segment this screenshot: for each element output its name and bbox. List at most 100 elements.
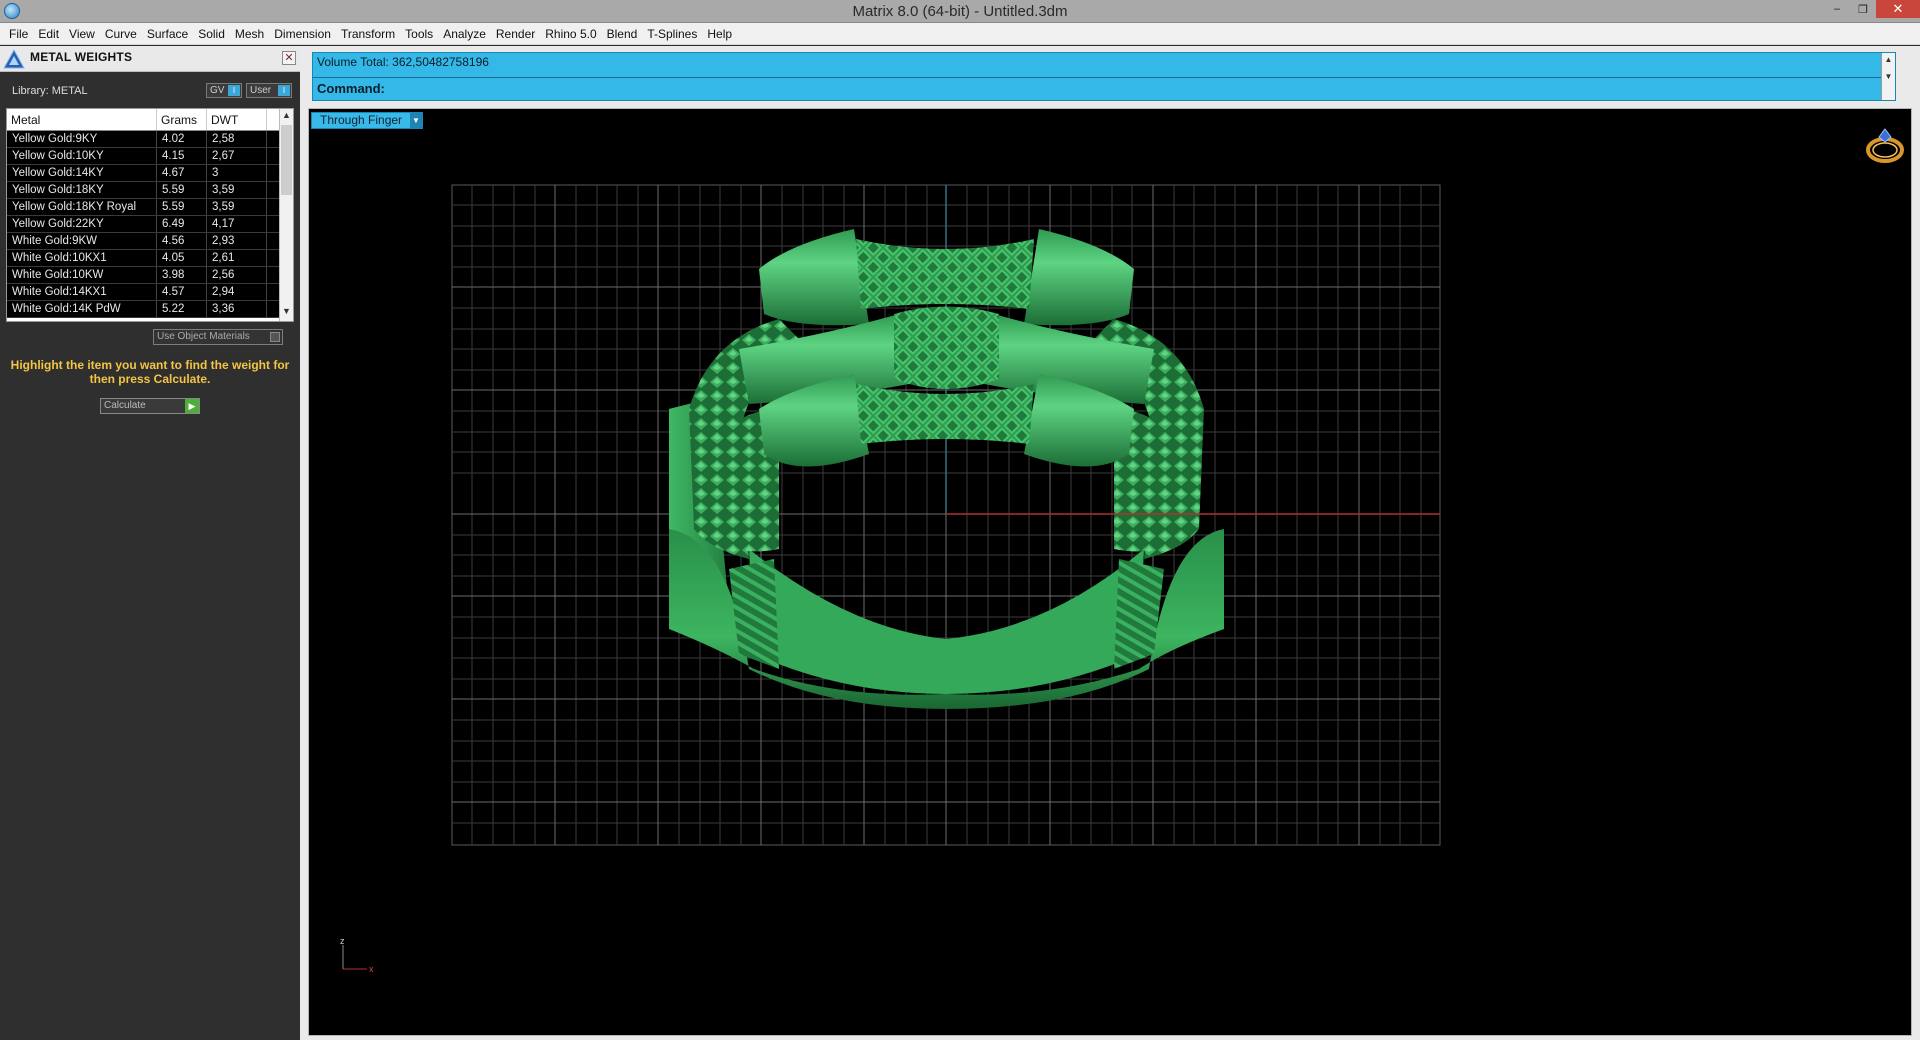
cell-grams: 4.67	[157, 165, 207, 181]
menu-mesh[interactable]: Mesh	[230, 27, 269, 41]
cell-dwt: 3	[207, 165, 267, 181]
table-row[interactable]: Yellow Gold:9KY 4.02 2,58	[7, 131, 293, 148]
panel-close-button[interactable]: ✕	[282, 51, 296, 65]
column-header-dwt[interactable]: DWT	[207, 109, 267, 130]
cell-dwt: 2,58	[207, 131, 267, 147]
play-arrow-icon: ▶	[185, 399, 199, 413]
menu-edit[interactable]: Edit	[33, 27, 64, 41]
command-prompt[interactable]: Command:	[317, 81, 385, 96]
menu-transform[interactable]: Transform	[336, 27, 400, 41]
cell-metal: White Gold:14KX1	[7, 284, 157, 300]
use-object-materials-label: Use Object Materials	[157, 331, 250, 342]
minimize-button[interactable]: –	[1824, 0, 1850, 18]
gv-toggle[interactable]: GV I	[206, 83, 242, 98]
window-title: Matrix 8.0 (64-bit) - Untitled.3dm	[852, 3, 1068, 20]
menu-render[interactable]: Render	[491, 27, 540, 41]
3d-viewport[interactable]: Through Finger ▼ z x	[308, 108, 1912, 1036]
menu-rhino[interactable]: Rhino 5.0	[540, 27, 601, 41]
scroll-down-icon[interactable]: ▼	[280, 306, 293, 320]
table-row[interactable]: White Gold:14K PdW 5.22 3,36	[7, 301, 293, 318]
cell-metal: Yellow Gold:14KY	[7, 165, 157, 181]
view-dropdown-label: Through Finger	[320, 113, 403, 127]
cmd-scroll-down-icon[interactable]: ▼	[1882, 72, 1895, 81]
menu-surface[interactable]: Surface	[142, 27, 193, 41]
gv-toggle-label: GV	[210, 85, 225, 96]
close-button[interactable]: ✕	[1876, 0, 1920, 18]
command-divider	[313, 77, 1895, 78]
table-row[interactable]: Yellow Gold:14KY 4.67 3	[7, 165, 293, 182]
library-label: Library: METAL	[12, 85, 88, 97]
cell-metal: White Gold:10KW	[7, 267, 157, 283]
viewport-scene[interactable]	[309, 109, 1913, 1037]
metal-table: Metal Grams DWT Yellow Gold:9KY 4.02 2,58 …	[6, 108, 294, 322]
menu-view[interactable]: View	[64, 27, 100, 41]
menu-tsplines[interactable]: T-Splines	[642, 27, 702, 41]
command-scrollbar[interactable]: ▲ ▼	[1881, 53, 1895, 100]
cmd-scroll-up-icon[interactable]: ▲	[1882, 55, 1895, 64]
cell-metal: White Gold:10KX1	[7, 250, 157, 266]
gv-switch-icon: I	[228, 85, 240, 96]
axis-z-label: z	[340, 936, 345, 946]
calculate-button[interactable]: Calculate ▶	[100, 398, 200, 414]
menu-file[interactable]: File	[4, 27, 33, 41]
cell-dwt: 3,59	[207, 199, 267, 215]
scroll-up-icon[interactable]: ▲	[280, 110, 293, 124]
table-body: Yellow Gold:9KY 4.02 2,58 Yellow Gold:10KY…	[7, 131, 293, 318]
column-header-grams[interactable]: Grams	[157, 109, 207, 130]
menu-analyze[interactable]: Analyze	[438, 27, 491, 41]
axis-indicator: z x	[340, 936, 374, 974]
restore-button[interactable]: ❐	[1850, 0, 1876, 18]
volume-total-text: Volume Total: 362,50482758196	[317, 55, 489, 69]
cell-dwt: 2,56	[207, 267, 267, 283]
cell-metal: Yellow Gold:22KY	[7, 216, 157, 232]
main-area: Volume Total: 362,50482758196 Command: ▲…	[300, 46, 1920, 1040]
table-row[interactable]: Yellow Gold:18KY Royal 5.59 3,59	[7, 199, 293, 216]
panel-title: METAL WEIGHTS	[30, 50, 133, 64]
menu-dimension[interactable]: Dimension	[269, 27, 336, 41]
cell-dwt: 2,67	[207, 148, 267, 164]
cell-grams: 5.59	[157, 182, 207, 198]
use-object-materials-checkbox[interactable]: Use Object Materials	[153, 329, 283, 345]
cell-grams: 4.57	[157, 284, 207, 300]
axis-x-label: x	[369, 964, 374, 974]
view-dropdown[interactable]: Through Finger ▼	[311, 112, 423, 129]
table-header: Metal Grams DWT	[7, 109, 293, 131]
menu-help[interactable]: Help	[702, 27, 737, 41]
user-toggle-label: User	[250, 85, 272, 96]
dropdown-arrow-icon: ▼	[410, 113, 422, 128]
metal-weights-panel: METAL WEIGHTS ✕ Library: METAL GV I User…	[0, 46, 300, 1040]
cell-grams: 3.98	[157, 267, 207, 283]
table-row[interactable]: White Gold:10KW 3.98 2,56	[7, 267, 293, 284]
cell-grams: 5.22	[157, 301, 207, 317]
cell-metal: White Gold:14K PdW	[7, 301, 157, 317]
cell-grams: 6.49	[157, 216, 207, 232]
column-header-metal[interactable]: Metal	[7, 109, 157, 130]
table-row[interactable]: Yellow Gold:10KY 4.15 2,67	[7, 148, 293, 165]
menu-tools[interactable]: Tools	[400, 27, 438, 41]
cell-grams: 4.05	[157, 250, 207, 266]
instruction-text: Highlight the item you want to find the …	[10, 358, 290, 386]
matrix-triangle-icon	[3, 48, 25, 69]
cell-dwt: 2,61	[207, 250, 267, 266]
table-scrollbar[interactable]: ▲ ▼	[279, 109, 293, 321]
table-row[interactable]: White Gold:14KX1 4.57 2,94	[7, 284, 293, 301]
cell-metal: Yellow Gold:18KY	[7, 182, 157, 198]
table-row[interactable]: Yellow Gold:18KY 5.59 3,59	[7, 182, 293, 199]
ring-view-icon[interactable]	[1863, 123, 1907, 167]
menu-curve[interactable]: Curve	[100, 27, 142, 41]
table-row[interactable]: White Gold:9KW 4.56 2,93	[7, 233, 293, 250]
cell-grams: 4.02	[157, 131, 207, 147]
table-row[interactable]: White Gold:10KX1 4.05 2,61	[7, 250, 293, 267]
menu-blend[interactable]: Blend	[602, 27, 643, 41]
cell-dwt: 4,17	[207, 216, 267, 232]
calculate-label: Calculate	[104, 400, 146, 411]
title-bar: Matrix 8.0 (64-bit) - Untitled.3dm – ❐ ✕	[0, 0, 1920, 23]
cell-grams: 4.15	[157, 148, 207, 164]
user-switch-icon: I	[278, 85, 290, 96]
checkbox-icon	[270, 332, 280, 342]
command-area[interactable]: Volume Total: 362,50482758196 Command: ▲…	[312, 52, 1896, 101]
user-toggle[interactable]: User I	[246, 83, 292, 98]
menu-solid[interactable]: Solid	[193, 27, 230, 41]
scroll-thumb[interactable]	[281, 125, 292, 195]
table-row[interactable]: Yellow Gold:22KY 6.49 4,17	[7, 216, 293, 233]
